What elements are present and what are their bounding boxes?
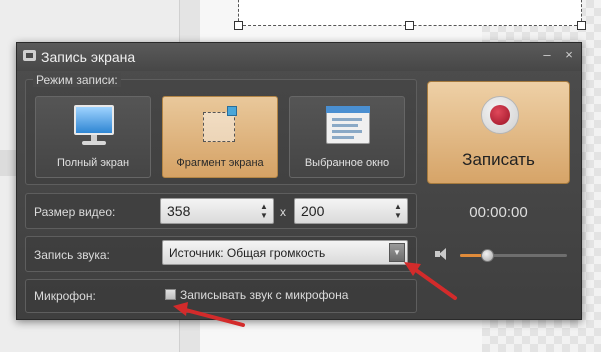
window-title: Запись экрана <box>41 49 136 65</box>
fragment-mode-label: Фрагмент экрана <box>176 157 264 169</box>
video-height-value: 200 <box>301 203 325 219</box>
width-stepper-arrows-icon[interactable]: ▲ ▼ <box>259 202 269 220</box>
recording-timer: 00:00:00 <box>469 204 528 221</box>
fullscreen-mode-button[interactable]: Полный экран <box>35 96 151 178</box>
minimize-button[interactable]: – <box>539 47 555 63</box>
selection-handle-bottom-center[interactable] <box>405 21 414 30</box>
app-icon <box>23 50 36 61</box>
volume-slider-knob[interactable] <box>480 249 494 262</box>
selection-handle-bottom-left[interactable] <box>234 21 243 30</box>
record-button[interactable]: Записать <box>427 81 570 184</box>
size-separator: x <box>280 205 286 219</box>
window-mode-button[interactable]: Выбранное окно <box>289 96 405 178</box>
window-icon <box>326 106 370 144</box>
record-button-label: Записать <box>462 150 535 169</box>
fullscreen-mode-label: Полный экран <box>56 157 130 169</box>
video-width-input[interactable]: 358 ▲ ▼ <box>160 198 274 224</box>
record-icon <box>481 96 519 134</box>
fragment-icon <box>201 106 241 146</box>
microphone-checkbox-label[interactable]: Записывать звук с микрофона <box>180 288 348 302</box>
recording-mode-label: Режим записи: <box>33 73 121 87</box>
audio-label: Запись звука: <box>34 248 110 262</box>
microphone-checkbox[interactable] <box>165 289 176 300</box>
close-button[interactable]: × <box>561 47 577 63</box>
screen-recording-dialog: Запись экрана – × Режим записи: Полный э… <box>16 42 582 320</box>
video-size-label: Размер видео: <box>34 205 116 219</box>
chevron-down-icon[interactable]: ▼ <box>389 243 405 262</box>
microphone-label: Микрофон: <box>34 289 96 303</box>
fragment-mode-button[interactable]: Фрагмент экрана <box>162 96 278 178</box>
title-bar[interactable]: Запись экрана – × <box>17 43 581 71</box>
speaker-icon[interactable] <box>435 248 449 260</box>
audio-source-select[interactable]: Источник: Общая громкость ▼ <box>162 240 408 265</box>
volume-slider[interactable] <box>460 249 567 262</box>
selection-handle-bottom-right[interactable] <box>577 21 586 30</box>
video-width-value: 358 <box>167 203 191 219</box>
monitor-icon <box>74 105 114 147</box>
window-mode-label: Выбранное окно <box>304 157 390 169</box>
height-stepper-arrows-icon[interactable]: ▲ ▼ <box>393 202 403 220</box>
video-height-input[interactable]: 200 ▲ ▼ <box>294 198 408 224</box>
audio-source-value: Источник: Общая громкость <box>169 246 326 260</box>
